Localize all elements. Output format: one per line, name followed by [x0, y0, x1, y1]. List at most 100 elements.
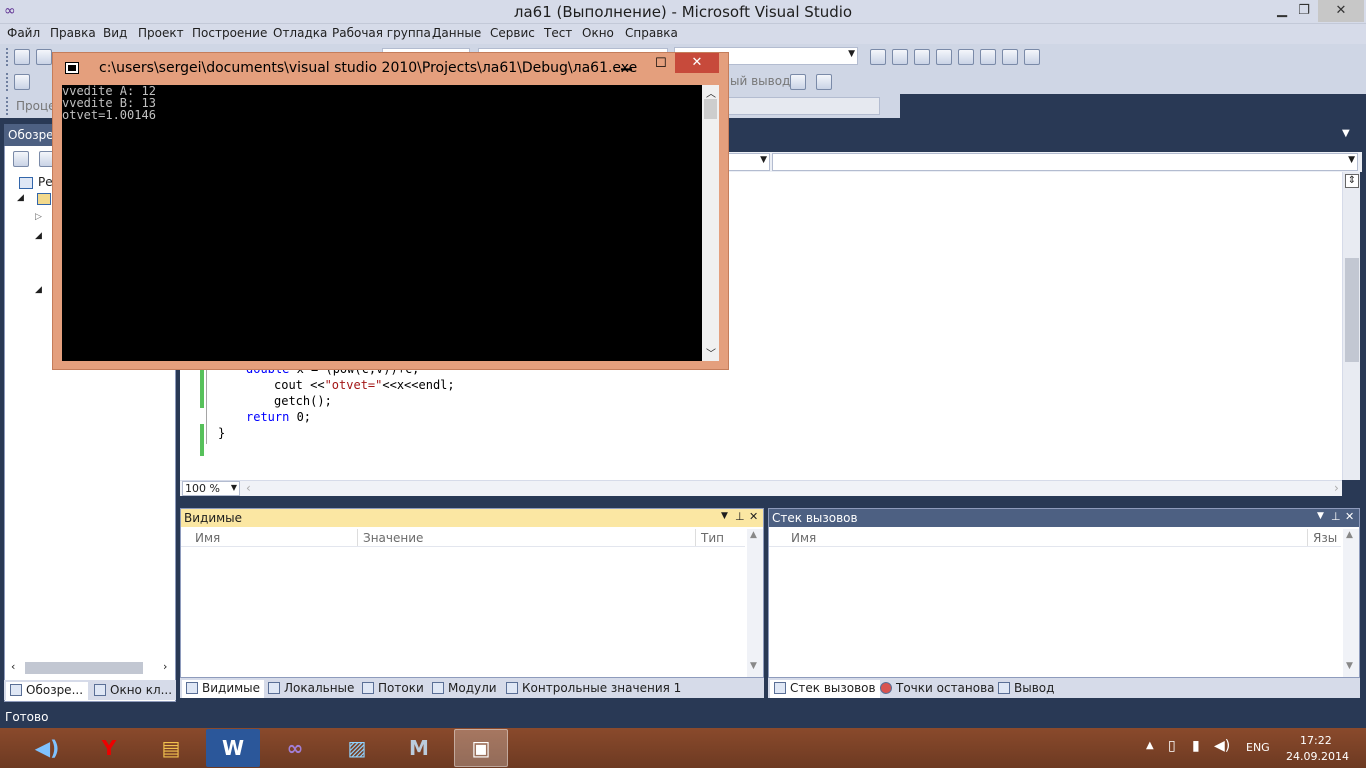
volume-icon[interactable]: ◀)	[1214, 738, 1230, 754]
watch-scrollbar[interactable]: ▲ ▼	[747, 529, 763, 677]
scroll-left-icon[interactable]: ‹	[11, 660, 15, 673]
toolbar-grip[interactable]	[6, 73, 10, 91]
new-project-icon[interactable]	[14, 49, 30, 65]
console-minimize-button[interactable]: ▁	[621, 55, 632, 71]
column-name[interactable]: Имя	[195, 531, 220, 545]
file-explorer-icon[interactable]: ▤	[144, 729, 198, 767]
scroll-down-icon[interactable]: ﹀	[706, 345, 716, 360]
expand-arrow-icon[interactable]: ◢	[35, 231, 42, 241]
toolbar-grip[interactable]	[6, 97, 10, 115]
battery-icon[interactable]: ▯	[1168, 738, 1176, 754]
tab-threads[interactable]: Потоки	[358, 680, 428, 698]
menu-view[interactable]: Вид	[103, 25, 127, 41]
debug-icon[interactable]	[14, 74, 30, 90]
menu-file[interactable]: Файл	[7, 25, 40, 41]
close-icon[interactable]: ✕	[749, 510, 758, 523]
close-icon[interactable]: ✕	[1345, 510, 1354, 523]
scroll-up-icon[interactable]: ︿	[706, 85, 716, 100]
yandex-browser-icon[interactable]: Y	[82, 729, 136, 767]
menu-debug[interactable]: Отладка	[273, 25, 327, 41]
scroll-right-icon[interactable]: ›	[1334, 481, 1339, 495]
photo-viewer-icon[interactable]: ▨	[330, 729, 384, 767]
matlab-icon[interactable]: M	[392, 729, 446, 767]
chevron-down-icon[interactable]: ▼	[1317, 511, 1324, 521]
command-window-icon[interactable]	[1024, 49, 1040, 65]
extension-manager-icon[interactable]	[1002, 49, 1018, 65]
scroll-up-icon[interactable]: ▲	[1346, 530, 1353, 540]
column-language[interactable]: Язы	[1313, 531, 1337, 545]
member-combo[interactable]: ▼	[772, 153, 1358, 171]
tab-modules[interactable]: Модули	[428, 680, 501, 698]
tab-solution-explorer[interactable]: Обозре...	[6, 682, 88, 700]
menu-window[interactable]: Окно	[582, 25, 614, 41]
scroll-down-icon[interactable]: ▼	[1346, 661, 1353, 671]
start-page-icon[interactable]	[980, 49, 996, 65]
menu-data[interactable]: Данные	[432, 25, 481, 41]
chevron-down-icon[interactable]: ▼	[721, 511, 728, 521]
pin-icon[interactable]: ⊥	[735, 510, 745, 523]
open-file-icon[interactable]	[36, 49, 52, 65]
chevron-down-icon[interactable]: ▼	[1342, 128, 1350, 139]
tree-item-solution[interactable]: Ре	[38, 175, 53, 189]
breakpoint-icon[interactable]	[816, 74, 832, 90]
callstack-scrollbar[interactable]: ▲ ▼	[1343, 529, 1359, 677]
scrollbar-thumb[interactable]	[704, 99, 717, 119]
column-value[interactable]: Значение	[363, 531, 423, 545]
console-close-button[interactable]: ✕	[675, 53, 719, 73]
show-hidden-icons[interactable]: ▲	[1146, 740, 1154, 751]
solution-explorer-icon[interactable]	[892, 49, 908, 65]
column-type[interactable]: Тип	[701, 531, 724, 545]
menu-project[interactable]: Проект	[138, 25, 184, 41]
split-icon[interactable]: ⇕	[1345, 174, 1359, 188]
tab-watch-1[interactable]: Контрольные значения 1	[502, 680, 685, 698]
scrollbar-thumb[interactable]	[1345, 258, 1359, 362]
scope-combo[interactable]: ▼	[728, 153, 770, 171]
editor-vertical-scrollbar[interactable]: ⇕	[1342, 172, 1360, 480]
clock-date[interactable]: 24.09.2014	[1286, 750, 1349, 763]
tab-output[interactable]: Вывод	[994, 680, 1058, 698]
menu-tools[interactable]: Сервис	[490, 25, 535, 41]
tab-watch-autos[interactable]: Видимые	[182, 680, 265, 698]
collapsed-arrow-icon[interactable]: ▷	[35, 212, 42, 222]
horizontal-scrollbar[interactable]	[25, 662, 143, 674]
visual-studio-icon[interactable]: ∞	[268, 729, 322, 767]
editor-horizontal-scrollbar: 100 % ▼ ‹ ›	[180, 480, 1342, 496]
network-icon[interactable]: ▮	[1192, 738, 1200, 754]
pin-icon[interactable]: ⊥	[1331, 510, 1341, 523]
find-in-files-icon[interactable]	[870, 49, 886, 65]
properties-icon[interactable]	[914, 49, 930, 65]
console-window[interactable]: c:\users\sergei\documents\visual studio …	[52, 52, 729, 370]
speaker-icon[interactable]: ◀)	[20, 729, 74, 767]
toolbox-icon[interactable]	[958, 49, 974, 65]
scroll-right-icon[interactable]: ›	[163, 660, 167, 673]
word-icon[interactable]: W	[206, 729, 260, 767]
scroll-left-icon[interactable]: ‹	[246, 481, 251, 495]
menu-team[interactable]: Рабочая группа	[332, 25, 431, 41]
menu-build[interactable]: Построение	[192, 25, 267, 41]
console-app-icon[interactable]: ▣	[454, 729, 508, 767]
menu-edit[interactable]: Правка	[50, 25, 96, 41]
tab-breakpoints[interactable]: Точки останова	[876, 680, 999, 698]
console-scrollbar[interactable]: ︿ ﹀	[702, 85, 719, 361]
close-button[interactable]: ✕	[1318, 0, 1364, 22]
scroll-down-icon[interactable]: ▼	[750, 661, 757, 671]
clock-time[interactable]: 17:22	[1300, 734, 1332, 747]
toolbar-grip[interactable]	[6, 48, 10, 66]
tab-locals[interactable]: Локальные	[264, 680, 358, 698]
zoom-combo[interactable]: 100 % ▼	[182, 481, 240, 496]
menu-test[interactable]: Тест	[544, 25, 572, 41]
tab-class-view[interactable]: Окно кл...	[90, 682, 176, 700]
scroll-up-icon[interactable]: ▲	[750, 530, 757, 540]
properties-icon[interactable]	[13, 151, 29, 167]
stack-frame-combo[interactable]	[720, 97, 880, 115]
object-browser-icon[interactable]	[936, 49, 952, 65]
console-line: vvedite A: 12	[62, 84, 156, 98]
expand-arrow-icon[interactable]: ◢	[17, 193, 24, 203]
tab-call-stack[interactable]: Стек вызовов	[770, 680, 880, 698]
language-indicator[interactable]: ENG	[1246, 741, 1270, 754]
tools-icon[interactable]	[790, 74, 806, 90]
column-name[interactable]: Имя	[791, 531, 816, 545]
expand-arrow-icon[interactable]: ◢	[35, 285, 42, 295]
menu-help[interactable]: Справка	[625, 25, 678, 41]
console-maximize-button[interactable]: ☐	[655, 56, 667, 71]
